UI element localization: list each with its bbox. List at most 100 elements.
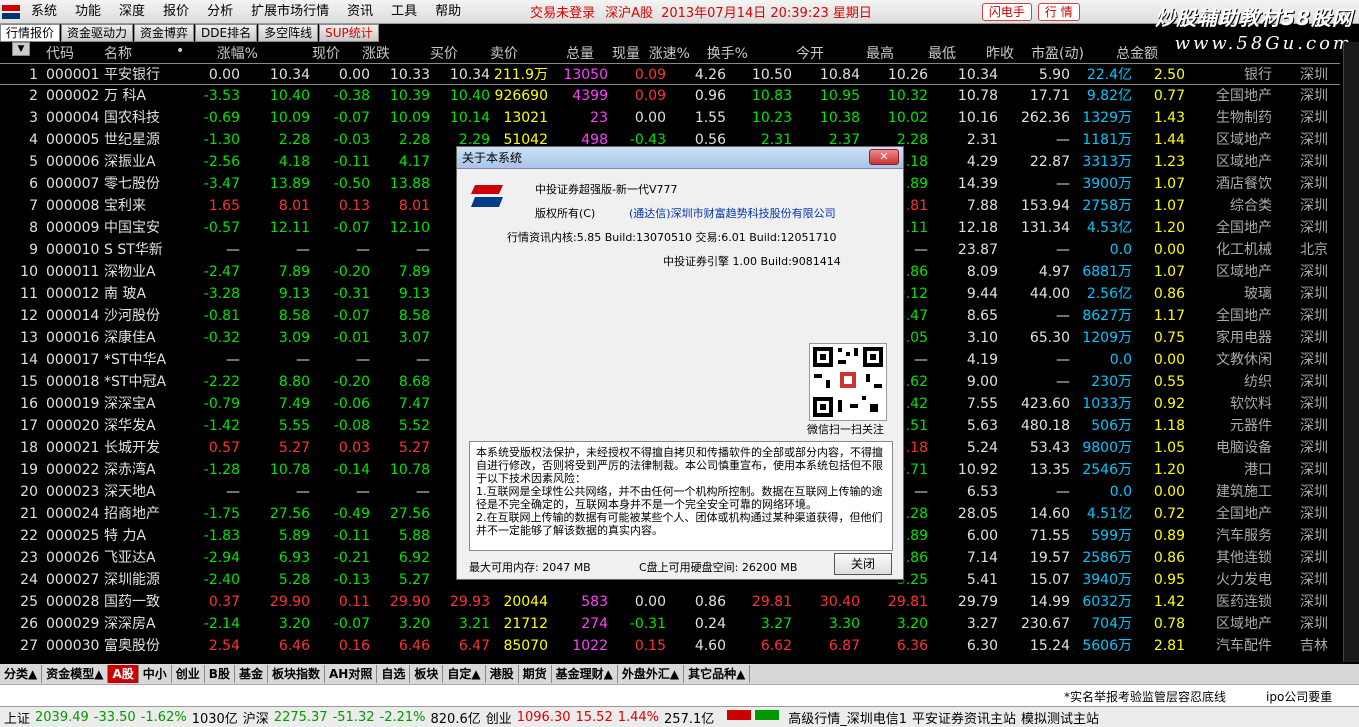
menu-analysis[interactable]: 分析 <box>198 0 242 24</box>
table-cell: 6032万 <box>1082 594 1132 610</box>
menu-system[interactable]: 系统 <box>22 0 66 24</box>
table-cell: 3.09 <box>278 330 310 346</box>
column-header[interactable]: 现量 <box>580 43 640 63</box>
table-cell: 1 <box>29 67 38 83</box>
column-header[interactable]: 总金额 <box>1086 43 1158 63</box>
bottom-tab[interactable]: 基金 <box>235 665 268 683</box>
license-notice[interactable]: 本系统受版权法保护，未经授权不得擅自拷贝和传播软件的全部或部分内容，不得擅自进行… <box>469 441 893 551</box>
table-cell: -0.06 <box>333 396 370 412</box>
table-cell: 153.94 <box>1021 198 1070 214</box>
column-header[interactable]: 名称 <box>104 43 164 63</box>
dialog-close-icon[interactable]: ✕ <box>869 149 899 165</box>
login-status[interactable]: 交易未登录 <box>530 2 595 21</box>
flash-trade-button[interactable]: 闪电手 <box>981 2 1032 21</box>
column-header[interactable]: • <box>176 43 188 59</box>
table-cell: 7.14 <box>966 550 998 566</box>
tab-quote[interactable]: 行情报价 <box>0 24 61 42</box>
column-header[interactable]: 涨速% <box>640 43 690 63</box>
sh-index-pct: -1.62% <box>140 709 187 725</box>
test-site[interactable]: 模拟测试主站 <box>1021 708 1099 727</box>
menu-help[interactable]: 帮助 <box>426 0 470 24</box>
company-logo-icon <box>471 185 503 207</box>
table-cell: 12 <box>20 308 38 324</box>
table-cell: 1022 <box>572 638 608 654</box>
table-cell: 0.16 <box>338 638 370 654</box>
market-category-tabs: 分类▲ 资金模型▲ A股 中小 创业 B股 基金 板块指数 AH对照 自选 板块 自定▲ 港股 期货 基金理… <box>0 664 1359 684</box>
table-cell: 25 <box>20 594 38 610</box>
vertical-scrollbar[interactable] <box>1343 42 1359 662</box>
bottom-tab[interactable]: 期货 <box>519 665 552 683</box>
table-row[interactable]: 2 000002 万 科A -3.53 10.40 -0.38 10.39 10.40 9266… <box>0 85 1340 107</box>
menu-tools[interactable]: 工具 <box>382 0 426 24</box>
table-cell: 6.46 <box>398 638 430 654</box>
bottom-tab[interactable]: 外盘外汇▲ <box>618 665 685 683</box>
server-name[interactable]: 高级行情_深圳电信1 <box>788 708 907 727</box>
table-cell: 3.20 <box>278 616 310 632</box>
table-row[interactable]: 26 000029 深深房A -2.14 3.20 -0.07 3.20 3.21 21712 2… <box>0 613 1340 635</box>
table-cell: 深圳 <box>1300 198 1328 214</box>
column-header[interactable]: 买价 <box>398 43 458 63</box>
table-cell: 6.87 <box>828 638 860 654</box>
bottom-tab[interactable]: 创业 <box>172 665 205 683</box>
table-row[interactable]: 27 000030 富奥股份 2.54 6.46 0.16 6.46 6.47 85070 102… <box>0 635 1340 657</box>
news-headline[interactable]: *实名举报考验监管层容忍底线 <box>1064 688 1226 705</box>
column-header[interactable]: 最低 <box>892 43 956 63</box>
table-cell: 7.88 <box>966 198 998 214</box>
table-cell: 综合类 <box>1230 198 1272 214</box>
broker-site[interactable]: 平安证券资讯主站 <box>912 708 1016 727</box>
column-header[interactable]: 涨跌 <box>340 43 390 63</box>
table-cell: -1.42 <box>203 418 240 434</box>
table-cell: 建筑施工 <box>1216 484 1272 500</box>
table-cell: 深圳能源 <box>104 572 160 588</box>
table-cell: — <box>296 484 310 500</box>
bottom-tab[interactable]: 资金模型▲ <box>42 665 109 683</box>
bottom-tab[interactable]: 基金理财▲ <box>552 665 618 683</box>
column-header[interactable]: 市盈(动) <box>1012 43 1084 63</box>
table-cell: -2.47 <box>203 264 240 280</box>
close-button[interactable]: 关闭 <box>834 553 892 575</box>
copyright-holder: (通达信)深圳市财富趋势科技股份有限公司 <box>629 207 836 220</box>
table-row[interactable]: 1 000001 平安银行 0.00 10.34 0.00 10.33 10.34 211.9万… <box>0 63 1340 85</box>
menu-function[interactable]: 功能 <box>66 0 110 24</box>
bottom-tab[interactable]: 板块 <box>410 665 444 683</box>
table-cell: 5.90 <box>1038 67 1070 83</box>
column-header[interactable]: 现价 <box>280 43 340 63</box>
sort-dropdown-icon[interactable]: ▼ <box>12 42 30 56</box>
column-header[interactable]: 代码 <box>46 43 92 63</box>
menu-depth[interactable]: 深度 <box>110 0 154 24</box>
bottom-tab[interactable]: 分类▲ <box>0 665 43 683</box>
news-headline-2[interactable]: ipo公司要重 <box>1266 688 1332 705</box>
column-header[interactable]: 卖价 <box>458 43 518 63</box>
table-cell: 230.67 <box>1021 616 1070 632</box>
column-header[interactable]: 昨收 <box>950 43 1014 63</box>
bottom-tab[interactable]: 自选 <box>377 665 411 683</box>
bottom-tab[interactable]: AH对照 <box>325 665 378 683</box>
menu-news[interactable]: 资讯 <box>338 0 382 24</box>
table-cell: 0.00 <box>208 67 240 83</box>
tab-dde-rank[interactable]: DDE排名 <box>195 24 258 42</box>
bottom-tab[interactable]: 港股 <box>486 665 519 683</box>
column-header[interactable]: 涨幅% <box>198 43 258 63</box>
menu-quote[interactable]: 报价 <box>154 0 198 24</box>
column-header[interactable]: 最高 <box>830 43 894 63</box>
tab-long-short[interactable]: 多空阵线 <box>258 24 319 42</box>
column-header[interactable]: 今开 <box>760 43 824 63</box>
table-cell: — <box>1056 374 1070 390</box>
column-header[interactable]: 换手% <box>690 43 748 63</box>
table-row[interactable]: 3 000004 国农科技 -0.69 10.09 -0.07 10.09 10.14 1302… <box>0 107 1340 129</box>
table-row[interactable]: 25 000028 国药一致 0.37 29.90 0.11 29.90 29.93 20044… <box>0 591 1340 613</box>
bottom-tab[interactable]: 其它品种▲ <box>684 665 751 683</box>
table-cell: 0.72 <box>1153 506 1185 522</box>
bottom-tab[interactable]: 中小 <box>139 665 172 683</box>
tab-capital-drive[interactable]: 资金驱动力 <box>61 24 134 42</box>
bottom-tab[interactable]: 自定▲ <box>443 665 486 683</box>
tab-sup-stats[interactable]: SUP统计 <box>319 24 379 42</box>
table-cell: 汽车服务 <box>1216 528 1272 544</box>
menu-extended-market[interactable]: 扩展市场行情 <box>242 0 338 24</box>
quote-button[interactable]: 行 情 <box>1037 2 1080 21</box>
bottom-tab[interactable]: B股 <box>205 665 235 683</box>
bottom-tab[interactable]: A股 <box>108 665 139 683</box>
bottom-tab[interactable]: 板块指数 <box>268 665 325 683</box>
tab-capital-game[interactable]: 资金博弈 <box>134 24 195 42</box>
table-cell: 85070 <box>503 638 548 654</box>
